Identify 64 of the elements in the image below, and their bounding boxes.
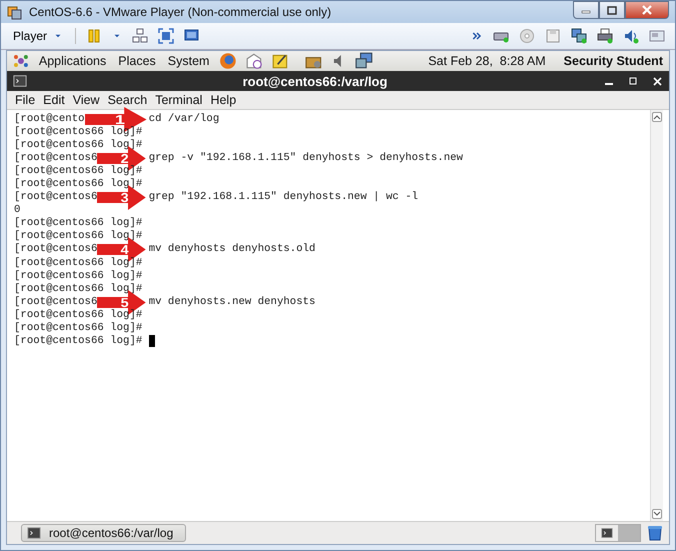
- command-text: mv denyhosts.new denyhosts: [148, 296, 316, 309]
- network-icon[interactable]: [354, 52, 373, 70]
- window-title: CentOS-6.6 - VMware Player (Non-commercial use only): [29, 5, 332, 19]
- close-icon[interactable]: [651, 76, 663, 86]
- panel-menu[interactable]: Applications: [36, 54, 108, 68]
- prompt-text: [root@centos6: [14, 152, 98, 165]
- menu-item[interactable]: View: [68, 93, 104, 107]
- terminal-line: [root@centos66 log]#: [14, 270, 142, 283]
- cursor: [148, 335, 155, 348]
- terminal-line: 0: [14, 204, 20, 217]
- user-name[interactable]: Security Student: [564, 54, 663, 68]
- command-text: cd /var/log: [148, 113, 220, 126]
- workspace-switcher[interactable]: [595, 524, 641, 542]
- terminal-icon[interactable]: [27, 526, 41, 540]
- terminal-icon[interactable]: [601, 527, 613, 539]
- terminal-line: [root@centos66 log]#: [14, 334, 142, 348]
- terminal-line: [root@centos66 log]#: [14, 230, 142, 243]
- trash-icon[interactable]: [647, 524, 663, 542]
- menu-item[interactable]: Edit: [39, 93, 69, 107]
- terminal-line: [root@centos66 log]#: [14, 322, 142, 335]
- maximize-icon[interactable]: [627, 76, 639, 86]
- close-icon: [642, 5, 652, 15]
- terminal-line: [root@centos66 log]#: [14, 126, 142, 139]
- command-text: mv denyhosts denyhosts.old: [148, 243, 316, 257]
- terminal-title: root@centos66:/var/log: [242, 74, 388, 88]
- scroll-down-icon[interactable]: [652, 509, 662, 519]
- panel-menu[interactable]: System: [166, 54, 212, 68]
- terminal-line: [root@centos66 log]#: [14, 308, 142, 322]
- prompt-text: [root@centos6: [14, 191, 98, 204]
- terminal-line: [root@centos66 log]#: [14, 256, 142, 270]
- terminal-line: [root@centos66 log]#: [14, 217, 142, 230]
- fullscreen-icon[interactable]: [158, 28, 174, 44]
- prompt-text: [root@centos6: [14, 243, 98, 257]
- scroll-up-icon[interactable]: [652, 112, 662, 122]
- maximize-icon: [607, 6, 617, 14]
- prompt-text: [root@cento: [14, 113, 85, 126]
- menu-item[interactable]: Terminal: [151, 93, 206, 107]
- command-text: grep "192.168.1.115" denyhosts.new | wc -l: [148, 191, 418, 204]
- close-button[interactable]: [625, 1, 669, 19]
- terminal-line: [root@centos66 log]#: [14, 139, 142, 152]
- speaker-icon[interactable]: [623, 28, 639, 44]
- command-text: grep -v "192.168.1.115" denyhosts > denyhosts.new: [148, 152, 463, 166]
- terminal-line: [root@centos66 log]#: [14, 165, 142, 178]
- prompt-text: [root@centos6: [14, 296, 98, 309]
- notepad-icon[interactable]: [271, 52, 290, 70]
- taskbar-window-button[interactable]: root@centos66:/var/log: [21, 524, 186, 542]
- network-icon[interactable]: [132, 28, 148, 44]
- terminal-line: [root@centos66 log]#: [14, 282, 142, 296]
- player-menu[interactable]: Player: [11, 29, 66, 43]
- printer-icon[interactable]: [597, 28, 613, 44]
- network-adapter-icon[interactable]: [571, 28, 587, 44]
- menu-item[interactable]: File: [11, 93, 40, 107]
- scrollbar[interactable]: [650, 110, 663, 521]
- panel-menu[interactable]: Places: [116, 54, 158, 68]
- minimize-button[interactable]: [573, 1, 599, 19]
- menu-item[interactable]: Search: [104, 93, 152, 107]
- pause-icon[interactable]: [86, 28, 102, 44]
- floppy-icon[interactable]: [545, 28, 561, 44]
- maximize-button[interactable]: [599, 1, 625, 19]
- menu-item[interactable]: Help: [206, 93, 240, 107]
- browser-icon[interactable]: [219, 52, 238, 70]
- clock[interactable]: Sat Feb 28, 8:28 AM: [428, 54, 546, 68]
- vmware-icon[interactable]: [7, 4, 23, 20]
- terminal-icon[interactable]: [13, 74, 27, 88]
